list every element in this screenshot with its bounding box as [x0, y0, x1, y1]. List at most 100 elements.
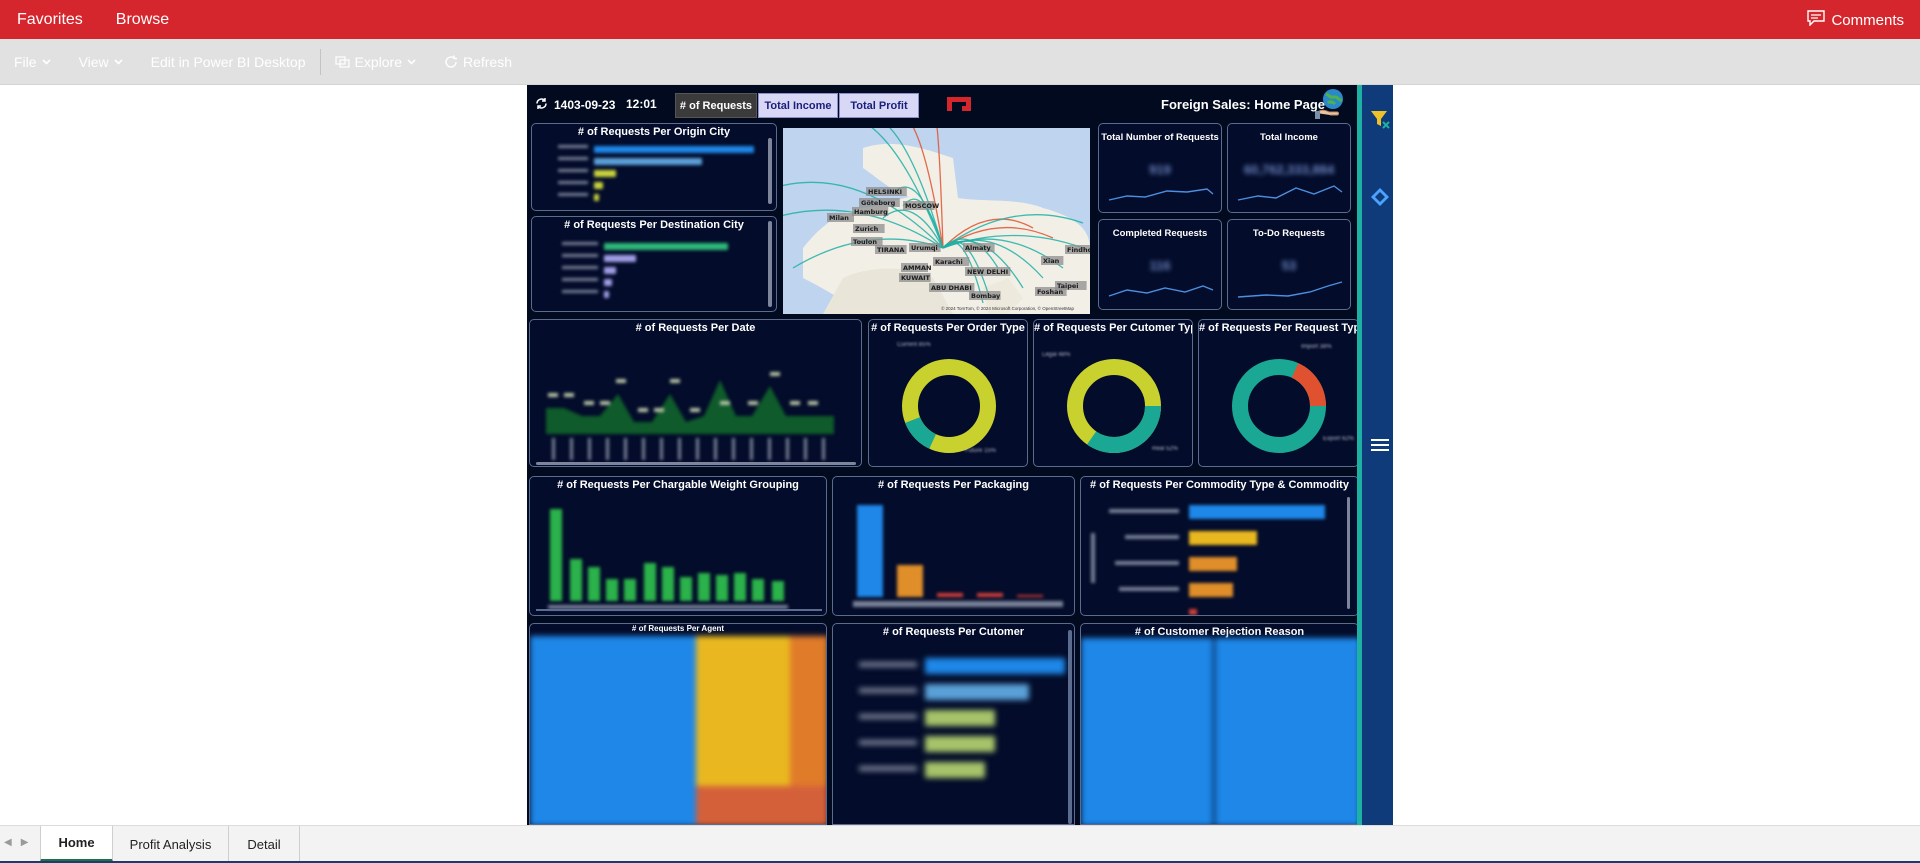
filter-clear-icon[interactable]	[1368, 107, 1392, 131]
browse-link[interactable]: Browse	[116, 11, 169, 29]
eraser-icon[interactable]	[1368, 185, 1392, 209]
menu-icon[interactable]	[1368, 433, 1392, 457]
report-time: 12:01	[626, 97, 657, 111]
kpi-label: Total Income	[1260, 132, 1318, 143]
chevron-down-icon	[114, 58, 123, 65]
city-label: TIRANA	[877, 246, 904, 254]
origin-city-title: # of Requests Per Origin City	[577, 126, 731, 138]
refresh-label: Refresh	[462, 53, 513, 70]
refresh-button[interactable]: Refresh	[430, 39, 526, 84]
favorites-link[interactable]: Favorites	[17, 11, 83, 29]
city-label: Göteborg	[861, 199, 896, 207]
destination-city-title: # of Requests Per Destination City	[564, 219, 744, 231]
chargeable-weight-chart[interactable]: # of Requests Per Chargable Weight Group…	[529, 476, 827, 616]
file-menu-label: File	[14, 53, 37, 70]
edit-in-desktop-button[interactable]: Edit in Power BI Desktop	[137, 39, 320, 84]
agent-title: # of Requests Per Agent	[631, 624, 725, 633]
scrollbar[interactable]	[1068, 630, 1072, 824]
explore-menu[interactable]: Explore	[321, 39, 430, 84]
sheet-nav-arrows: ◀ ▶	[4, 837, 28, 848]
route-map[interactable]: HELSINKI Göteborg Hamburg MOSCOW Milan Zurich…	[783, 128, 1090, 314]
sheet-tab-bar: ◀ ▶ Home Profit Analysis Detail	[0, 825, 1920, 863]
comments-button[interactable]: Comments	[1807, 10, 1904, 30]
city-label: AMMAN	[903, 264, 931, 272]
chevron-right-icon[interactable]: ▶	[21, 837, 29, 848]
city-label: Karachi	[935, 258, 963, 266]
order-type-donut[interactable]: # of Requests Per Order Type Current 85%…	[868, 319, 1028, 467]
request-type-donut[interactable]: # of Requests Per Request Type Import 38…	[1198, 319, 1359, 467]
city-label: Findhow	[1067, 246, 1090, 254]
rejection-reason-treemap[interactable]: # of Customer Rejection Reason	[1080, 623, 1359, 825]
kpi-label: Total Number of Requests	[1101, 132, 1219, 143]
city-label: Bombay	[971, 292, 1001, 300]
toggle-total-profit[interactable]: Total Profit	[839, 93, 919, 118]
edit-in-desktop-label: Edit in Power BI Desktop	[150, 53, 306, 70]
destination-city-chart[interactable]: # of Requests Per Destination City	[531, 216, 777, 312]
report-date: 1403-09-23	[535, 97, 615, 113]
explore-icon	[334, 55, 350, 68]
city-label: Toulon	[853, 238, 877, 246]
view-menu-label: View	[78, 53, 109, 70]
city-label: Milan	[829, 214, 849, 222]
weight-bar-chart	[536, 509, 822, 611]
rejection-title: # of Customer Rejection Reason	[1134, 626, 1305, 638]
city-label: Xian	[1043, 257, 1060, 265]
city-label: ABU DHABI	[931, 284, 972, 292]
customer-type-donut[interactable]: # of Requests Per Cutomer Type Legal 48%…	[1033, 319, 1193, 467]
order-type-donut-svg	[902, 359, 996, 453]
kpi-total-income[interactable]: Total Income 60,762,333,884	[1227, 123, 1351, 213]
kpi-sparkline	[1237, 281, 1343, 298]
customer-type-title: # of Requests Per Cutomer Type	[1034, 322, 1193, 334]
kpi-sparkline	[1108, 188, 1214, 201]
city-label: KUWAIT	[901, 274, 931, 282]
chevron-down-icon	[41, 58, 51, 65]
city-label: Zurich	[855, 225, 879, 233]
company-logo-icon	[945, 94, 975, 119]
request-type-title: # of Requests Per Request Type	[1199, 322, 1359, 334]
top-app-bar: Favorites Browse Comments	[0, 0, 1920, 39]
customer-chart[interactable]: # of Requests Per Cutomer	[832, 623, 1075, 825]
request-type-donut-svg	[1232, 359, 1326, 453]
view-menu[interactable]: View	[65, 39, 137, 84]
requests-per-date-chart[interactable]: # of Requests Per Date	[529, 319, 862, 467]
tab-home[interactable]: Home	[40, 826, 113, 862]
city-label: Taipei	[1057, 282, 1079, 290]
origin-city-chart[interactable]: # of Requests Per Origin City	[531, 123, 777, 211]
chevron-down-icon	[407, 58, 416, 65]
city-label: Almaty	[965, 244, 992, 252]
comment-icon	[1807, 10, 1826, 30]
city-label: Hamburg	[854, 208, 888, 216]
globe-hand-icon	[1314, 87, 1346, 126]
kpi-total-requests[interactable]: Total Number of Requests 919	[1098, 123, 1222, 213]
kpi-sparkline	[1237, 185, 1343, 201]
filter-sidebar	[1357, 85, 1393, 825]
agent-treemap[interactable]: # of Requests Per Agent	[529, 623, 827, 825]
explore-label: Explore	[354, 53, 402, 70]
comments-label: Comments	[1831, 11, 1904, 29]
toggle-requests[interactable]: # of Requests	[675, 93, 757, 118]
chevron-left-icon[interactable]: ◀	[4, 837, 12, 848]
map-svg: HELSINKI GöteborgHamburg MOSCOW Milan Zurich…	[783, 128, 1090, 314]
kpi-label: Completed Requests	[1112, 228, 1208, 239]
kpi-completed-requests[interactable]: Completed Requests 116	[1098, 219, 1222, 310]
city-label: Urumqi	[911, 244, 938, 252]
tab-detail[interactable]: Detail	[229, 826, 300, 862]
city-label: NEW DELHI	[967, 268, 1008, 276]
commodity-title: # of Requests Per Commodity Type & Commo…	[1090, 479, 1349, 491]
kpi-value: 919	[1149, 162, 1171, 177]
scrollbar[interactable]	[768, 221, 772, 307]
file-menu[interactable]: File	[0, 39, 65, 84]
packaging-title: # of Requests Per Packaging	[878, 479, 1029, 491]
packaging-chart[interactable]: # of Requests Per Packaging	[832, 476, 1075, 616]
sync-icon[interactable]	[535, 97, 548, 113]
date-area-chart	[536, 372, 856, 465]
kpi-todo-requests[interactable]: To-Do Requests 53	[1227, 219, 1351, 310]
toggle-total-income[interactable]: Total Income	[758, 93, 838, 118]
tab-profit-analysis[interactable]: Profit Analysis	[113, 826, 229, 862]
customer-title: # of Requests Per Cutomer	[882, 626, 1025, 638]
scrollbar[interactable]	[768, 138, 772, 204]
commodity-chart[interactable]: # of Requests Per Commodity Type & Commo…	[1080, 476, 1359, 616]
packaging-bar-chart	[853, 505, 1063, 607]
kpi-value: 53	[1281, 258, 1297, 273]
report-canvas: 1403-09-23 12:01 # of Requests Total Inc…	[527, 85, 1359, 825]
